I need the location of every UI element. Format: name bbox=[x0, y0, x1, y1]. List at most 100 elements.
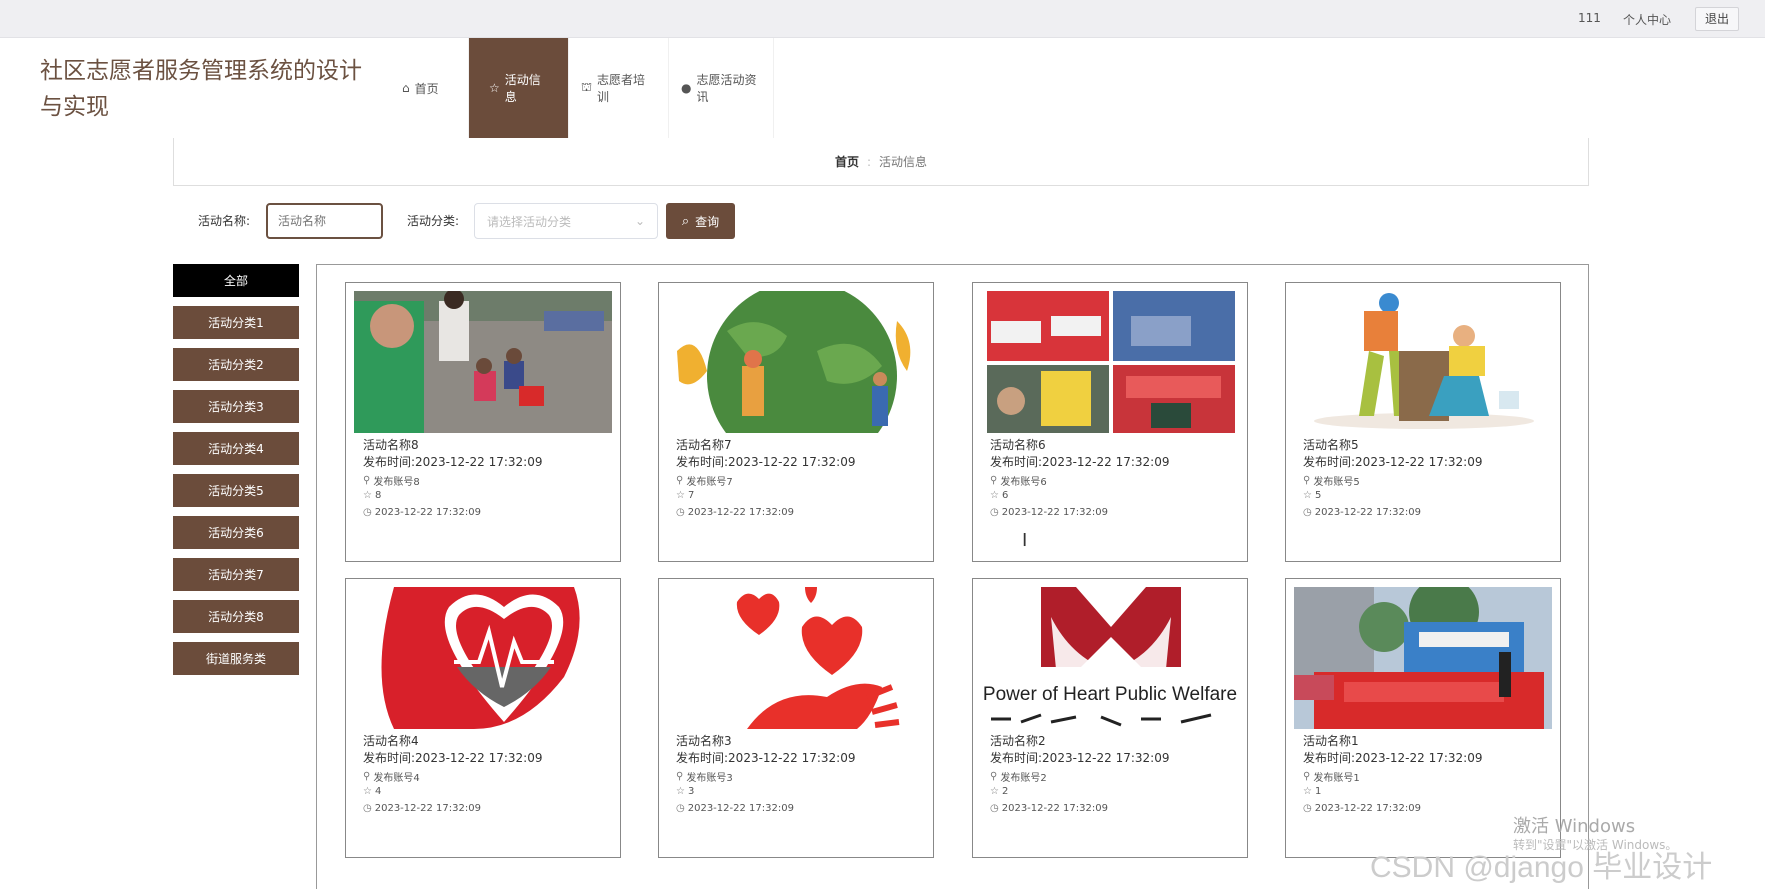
created-time: ◷ 2023-12-22 17:32:09 bbox=[1303, 803, 1421, 814]
activity-card[interactable]: 活动名称5 发布时间:2023-12-22 17:32:09 ⚲ 发布账号5 ☆ 5… bbox=[1285, 282, 1561, 562]
like-count-text: 5 bbox=[1314, 490, 1322, 501]
activity-image[interactable] bbox=[1294, 291, 1552, 433]
like-count: ☆ 4 bbox=[363, 786, 381, 797]
category-2[interactable]: 活动分类2 bbox=[173, 348, 299, 381]
query-button[interactable]: ⌕ 查询 bbox=[666, 203, 735, 239]
like-count-text: 2 bbox=[1001, 786, 1009, 797]
top-bar: 111 个人中心 退出 bbox=[0, 0, 1765, 38]
nav-volunteer-news[interactable]: ● 志愿活动资讯 bbox=[669, 38, 774, 138]
username: 111 bbox=[1578, 11, 1601, 25]
activity-name: 活动名称8 bbox=[363, 438, 419, 452]
user-icon: ⚲ bbox=[676, 475, 684, 486]
site-title: 社区志愿者服务管理系统的设计与实现 bbox=[40, 58, 362, 120]
home-icon: ⌂ bbox=[402, 81, 410, 95]
personal-center-link[interactable]: 个人中心 bbox=[1623, 11, 1671, 28]
like-count-text: 1 bbox=[1314, 786, 1322, 797]
publisher-account: ⚲ 发布账号4 bbox=[363, 769, 420, 784]
card-image-caption: Power of Heart Public Welfare bbox=[983, 684, 1237, 705]
breadcrumb-home[interactable]: 首页 bbox=[835, 153, 859, 170]
category-8[interactable]: 活动分类8 bbox=[173, 600, 299, 633]
activity-card[interactable]: 活动名称3 发布时间:2023-12-22 17:32:09 ⚲ 发布账号3 ☆ 3… bbox=[658, 578, 934, 858]
star-icon: ☆ bbox=[363, 786, 372, 797]
created-time-text: 2023-12-22 17:32:09 bbox=[1314, 803, 1421, 814]
publisher-account: ⚲ 发布账号8 bbox=[363, 473, 420, 488]
like-count-text: 7 bbox=[687, 490, 695, 501]
category-all[interactable]: 全部 bbox=[173, 264, 299, 297]
created-time-text: 2023-12-22 17:32:09 bbox=[1314, 507, 1421, 518]
created-time: ◷ 2023-12-22 17:32:09 bbox=[363, 803, 481, 814]
user-icon: ⚲ bbox=[363, 771, 371, 782]
created-time-text: 2023-12-22 17:32:09 bbox=[374, 507, 481, 518]
created-time: ◷ 2023-12-22 17:32:09 bbox=[363, 507, 481, 518]
activity-name: 活动名称4 bbox=[363, 734, 419, 748]
breadcrumb-separator: : bbox=[866, 154, 872, 169]
category-4[interactable]: 活动分类4 bbox=[173, 432, 299, 465]
logout-button[interactable]: 退出 bbox=[1695, 7, 1739, 31]
activity-card[interactable]: 活动名称8 发布时间:2023-12-22 17:32:09 ⚲ 发布账号8 ☆ 8… bbox=[345, 282, 621, 562]
category-street-service[interactable]: 街道服务类 bbox=[173, 642, 299, 675]
activity-card[interactable]: 活动名称7 发布时间:2023-12-22 17:32:09 ⚲ 发布账号7 ☆ 7… bbox=[658, 282, 934, 562]
clock-icon: ◷ bbox=[1303, 803, 1312, 814]
created-time: ◷ 2023-12-22 17:32:09 bbox=[676, 507, 794, 518]
publish-time: 发布时间:2023-12-22 17:32:09 bbox=[1303, 751, 1483, 765]
activity-name: 活动名称3 bbox=[676, 734, 732, 748]
activity-image[interactable]: Power of Heart Public Welfare bbox=[981, 587, 1239, 729]
nav-home[interactable]: ⌂ 首页 bbox=[390, 38, 469, 138]
publisher-account: ⚲ 发布账号3 bbox=[676, 769, 733, 784]
category-1[interactable]: 活动分类1 bbox=[173, 306, 299, 339]
created-time-text: 2023-12-22 17:32:09 bbox=[687, 803, 794, 814]
activity-name-input[interactable] bbox=[266, 203, 383, 239]
star-icon: ☆ bbox=[363, 490, 372, 501]
like-count: ☆ 3 bbox=[676, 786, 694, 797]
publish-time: 发布时间:2023-12-22 17:32:09 bbox=[990, 455, 1170, 469]
activity-name: 活动名称1 bbox=[1303, 734, 1359, 748]
created-time: ◷ 2023-12-22 17:32:09 bbox=[990, 507, 1108, 518]
activity-image[interactable] bbox=[1294, 587, 1552, 729]
like-count: ☆ 1 bbox=[1303, 786, 1321, 797]
publisher-account-text: 发布账号3 bbox=[686, 773, 733, 784]
bag-icon: ⛫ bbox=[581, 80, 593, 94]
nav-volunteer-news-label: 志愿活动资讯 bbox=[696, 73, 757, 104]
publish-time: 发布时间:2023-12-22 17:32:09 bbox=[990, 751, 1170, 765]
created-time-text: 2023-12-22 17:32:09 bbox=[1001, 507, 1108, 518]
clock-icon: ◷ bbox=[1303, 507, 1312, 518]
activity-name: 活动名称7 bbox=[676, 438, 732, 452]
created-time-text: 2023-12-22 17:32:09 bbox=[374, 803, 481, 814]
star-icon: ☆ bbox=[990, 490, 999, 501]
activity-card[interactable]: 活动名称6 发布时间:2023-12-22 17:32:09 ⚲ 发布账号6 ☆ 6… bbox=[972, 282, 1248, 562]
activity-card[interactable]: 活动名称4 发布时间:2023-12-22 17:32:09 ⚲ 发布账号4 ☆ 4… bbox=[345, 578, 621, 858]
created-time: ◷ 2023-12-22 17:32:09 bbox=[990, 803, 1108, 814]
activity-image[interactable] bbox=[667, 587, 925, 729]
activity-name: 活动名称5 bbox=[1303, 438, 1359, 452]
activity-image[interactable] bbox=[667, 291, 925, 433]
activity-image[interactable] bbox=[354, 291, 612, 433]
publisher-account-text: 发布账号8 bbox=[373, 477, 420, 488]
publisher-account: ⚲ 发布账号5 bbox=[1303, 473, 1360, 488]
publisher-account-text: 发布账号1 bbox=[1313, 773, 1360, 784]
publish-time: 发布时间:2023-12-22 17:32:09 bbox=[363, 455, 543, 469]
nav-volunteer-training[interactable]: ⛫ 志愿者培训 bbox=[569, 38, 669, 138]
like-count: ☆ 2 bbox=[990, 786, 1008, 797]
clock-icon: ◷ bbox=[990, 507, 999, 518]
activity-image[interactable] bbox=[981, 291, 1239, 433]
windows-activate-watermark: 激活 Windows bbox=[1513, 816, 1636, 837]
activity-category-select[interactable]: 请选择活动分类 ⌄ bbox=[474, 203, 658, 239]
chevron-down-icon: ⌄ bbox=[634, 214, 645, 228]
activity-card[interactable]: Power of Heart Public Welfare 活动名称2 发布时间… bbox=[972, 578, 1248, 858]
main-nav: ⌂ 首页 ☆ 活动信息 ⛫ 志愿者培训 ● 志愿活动资讯 bbox=[390, 38, 774, 138]
star-icon: ☆ bbox=[676, 786, 685, 797]
publisher-account: ⚲ 发布账号1 bbox=[1303, 769, 1360, 784]
star-icon: ☆ bbox=[990, 786, 999, 797]
activity-name-label: 活动名称: bbox=[198, 214, 251, 228]
nav-activity-info[interactable]: ☆ 活动信息 bbox=[469, 38, 569, 138]
user-icon: ⚲ bbox=[990, 475, 998, 486]
publish-time: 发布时间:2023-12-22 17:32:09 bbox=[1303, 455, 1483, 469]
activity-image[interactable] bbox=[354, 587, 612, 729]
category-6[interactable]: 活动分类6 bbox=[173, 516, 299, 549]
category-5[interactable]: 活动分类5 bbox=[173, 474, 299, 507]
like-count-text: 8 bbox=[374, 490, 382, 501]
breadcrumb: 首页 : 活动信息 bbox=[173, 138, 1589, 186]
category-3[interactable]: 活动分类3 bbox=[173, 390, 299, 423]
publish-time: 发布时间:2023-12-22 17:32:09 bbox=[676, 751, 856, 765]
category-7[interactable]: 活动分类7 bbox=[173, 558, 299, 591]
